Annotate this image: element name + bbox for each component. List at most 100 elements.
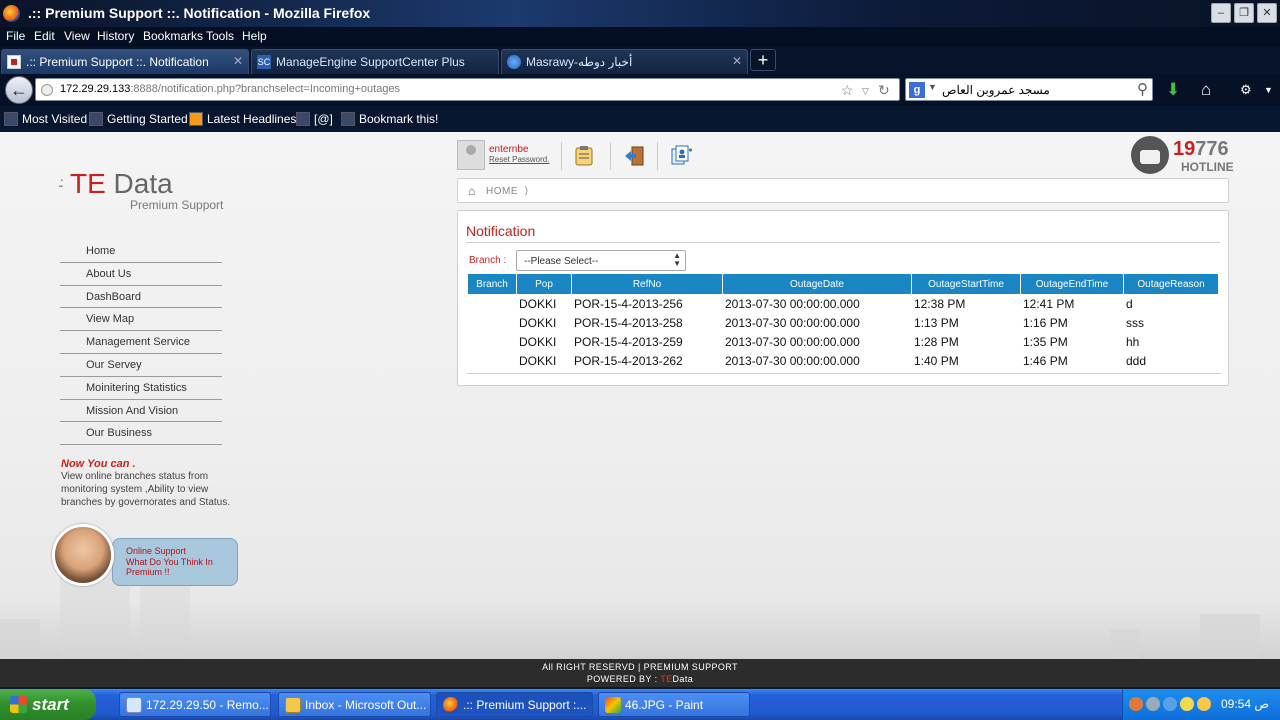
- table-row: DOKKI POR-15-4-2013-259 2013-07-30 00:00…: [468, 332, 1218, 351]
- address-bar[interactable]: 172.29.29.133:8888/notification.php?bran…: [35, 78, 900, 101]
- clipboard-icon[interactable]: [572, 144, 596, 168]
- column-header[interactable]: Branch: [468, 274, 516, 294]
- taskbar-item-outlook[interactable]: Inbox - Microsoft Out...: [278, 692, 431, 717]
- column-header[interactable]: RefNo: [572, 274, 722, 294]
- cell-pop: DOKKI: [519, 315, 557, 330]
- bookmark-getting-started[interactable]: Getting Started: [89, 112, 188, 126]
- menu-dropdown-icon[interactable]: ▼: [1264, 85, 1273, 95]
- menu-view[interactable]: View: [64, 29, 90, 43]
- tab-bar: .:: Premium Support ::. Notification ✕ S…: [0, 47, 1280, 74]
- sidebar-item-home[interactable]: Home: [60, 240, 222, 263]
- paint-icon: [605, 697, 621, 713]
- start-button[interactable]: start: [0, 689, 96, 720]
- globe-icon: [507, 55, 521, 69]
- close-window-button[interactable]: ✕: [1257, 3, 1277, 23]
- cell-refno: POR-15-4-2013-262: [574, 353, 683, 368]
- search-engine-dropdown-icon[interactable]: ▼: [928, 82, 937, 92]
- google-icon[interactable]: g: [909, 82, 925, 98]
- back-button[interactable]: ←: [5, 76, 33, 104]
- cell-branch: [468, 313, 516, 332]
- footer-powered-by: POWERED BY : TEData: [586, 674, 694, 684]
- sidebar-item-management-service[interactable]: Management Service: [60, 331, 222, 354]
- branch-select[interactable]: --Please Select-- ▲ ▼: [516, 250, 686, 271]
- close-tab-icon[interactable]: ✕: [732, 54, 742, 68]
- network-icon[interactable]: [1163, 697, 1177, 711]
- branch-label: Branch :: [469, 255, 507, 266]
- new-tab-button[interactable]: +: [750, 49, 776, 71]
- now-you-can-title: Now You can .: [61, 458, 136, 470]
- breadcrumb-home[interactable]: HOME ⟩: [486, 186, 529, 197]
- security-icon[interactable]: [1197, 697, 1211, 711]
- search-icon[interactable]: ⚲: [1137, 80, 1148, 98]
- site-identity-icon[interactable]: [41, 84, 53, 96]
- sidebar-menu: Home About Us DashBoard View Map Managem…: [60, 240, 222, 446]
- taskbar-item-firefox[interactable]: .:: Premium Support :...: [436, 692, 593, 717]
- alert-icon[interactable]: [1180, 697, 1194, 711]
- column-header[interactable]: OutageReason: [1124, 274, 1218, 294]
- cell-branch: [468, 351, 516, 370]
- cell-pop: DOKKI: [519, 334, 557, 349]
- bookmark-latest-headlines[interactable]: Latest Headlines: [189, 112, 296, 126]
- cell-start-time: 1:40 PM: [914, 353, 959, 368]
- cell-end-time: 12:41 PM: [1023, 296, 1075, 311]
- reset-password-link[interactable]: Reset Password.: [489, 155, 549, 164]
- branch-select-value: --Please Select--: [524, 256, 599, 267]
- bookmark-at[interactable]: [@]: [296, 112, 333, 126]
- taskbar-item-paint[interactable]: 46.JPG - Paint: [598, 692, 750, 717]
- home-icon[interactable]: ⌂: [468, 184, 475, 198]
- bookmark-most-visited[interactable]: Most Visited: [4, 112, 87, 126]
- hotline-number: 19776: [1173, 138, 1229, 160]
- select-arrows-icon: ▲ ▼: [673, 251, 681, 268]
- sidebar-item-dashboard[interactable]: DashBoard: [60, 286, 222, 309]
- menu-file[interactable]: File: [6, 29, 25, 43]
- sidebar-item-about-us[interactable]: About Us: [60, 263, 222, 286]
- logout-door-icon[interactable]: [623, 144, 647, 168]
- tray-arrow-icon[interactable]: [1129, 697, 1143, 711]
- tab-premium-support[interactable]: .:: Premium Support ::. Notification ✕: [1, 49, 249, 74]
- home-icon[interactable]: ⌂: [1201, 80, 1211, 100]
- hotline-label: HOTLINE: [1181, 160, 1234, 174]
- taskbar-item-remote-desktop[interactable]: 172.29.29.50 - Remo...: [119, 692, 271, 717]
- menu-bookmarks[interactable]: Bookmarks: [143, 29, 203, 43]
- sidebar-item-mission-vision[interactable]: Mission And Vision: [60, 400, 222, 423]
- contacts-icon[interactable]: [669, 144, 693, 168]
- tedata-logo[interactable]: .: TE Data Premium Support: [58, 168, 228, 216]
- search-bar[interactable]: g ▼ مسجد عمروبن العاص ⚲: [905, 78, 1153, 101]
- tab-label: Masrawy-أخبار دوطه: [526, 55, 633, 69]
- navigation-bar: ← 172.29.29.133:8888/notification.php?br…: [0, 74, 1280, 106]
- addon-icon[interactable]: ⚙: [1240, 82, 1252, 98]
- bookmark-page-icon: [296, 112, 310, 126]
- tab-masrawy[interactable]: Masrawy-أخبار دوطه ✕: [501, 49, 748, 74]
- sidebar-item-our-servey[interactable]: Our Servey: [60, 354, 222, 377]
- column-header[interactable]: OutageEndTime: [1021, 274, 1123, 294]
- page-footer: All RIGHT RESERVD | PREMIUM SUPPORT POWE…: [0, 659, 1280, 687]
- download-icon[interactable]: ⬇: [1166, 80, 1180, 100]
- search-input[interactable]: مسجد عمروبن العاص: [942, 83, 1050, 97]
- sidebar-item-monitoring-statistics[interactable]: Moinitering Statistics: [60, 377, 222, 400]
- minimize-button[interactable]: –: [1211, 3, 1231, 23]
- close-tab-icon[interactable]: ✕: [233, 54, 243, 68]
- bookmark-star-icon[interactable]: ☆: [841, 82, 854, 99]
- help-icon[interactable]: [1146, 697, 1160, 711]
- cell-start-time: 1:13 PM: [914, 315, 959, 330]
- now-you-can-description: View online branches status from monitor…: [61, 471, 230, 508]
- column-header[interactable]: OutageStartTime: [912, 274, 1020, 294]
- online-support-widget[interactable]: Online Support What Do You Think In Prem…: [52, 524, 242, 586]
- outages-table: Branch Pop RefNo OutageDate OutageStartT…: [467, 274, 1219, 370]
- bookmark-this[interactable]: Bookmark this!: [341, 112, 438, 126]
- column-header[interactable]: OutageDate: [723, 274, 911, 294]
- reload-icon[interactable]: ↻: [878, 82, 890, 99]
- menu-edit[interactable]: Edit: [34, 29, 55, 43]
- sidebar-item-our-business[interactable]: Our Business: [60, 422, 222, 446]
- maximize-button[interactable]: ❐: [1234, 3, 1254, 23]
- url-dropdown-icon[interactable]: ▽: [862, 86, 869, 97]
- windows-logo-icon: [10, 696, 27, 713]
- menu-tools[interactable]: Tools: [206, 29, 234, 43]
- menu-history[interactable]: History: [97, 29, 134, 43]
- column-header[interactable]: Pop: [517, 274, 571, 294]
- cell-end-time: 1:35 PM: [1023, 334, 1068, 349]
- tab-manageengine[interactable]: SC ManageEngine SupportCenter Plus: [251, 49, 499, 74]
- firefox-icon: [443, 697, 459, 713]
- sidebar-item-view-map[interactable]: View Map: [60, 308, 222, 332]
- menu-help[interactable]: Help: [242, 29, 267, 43]
